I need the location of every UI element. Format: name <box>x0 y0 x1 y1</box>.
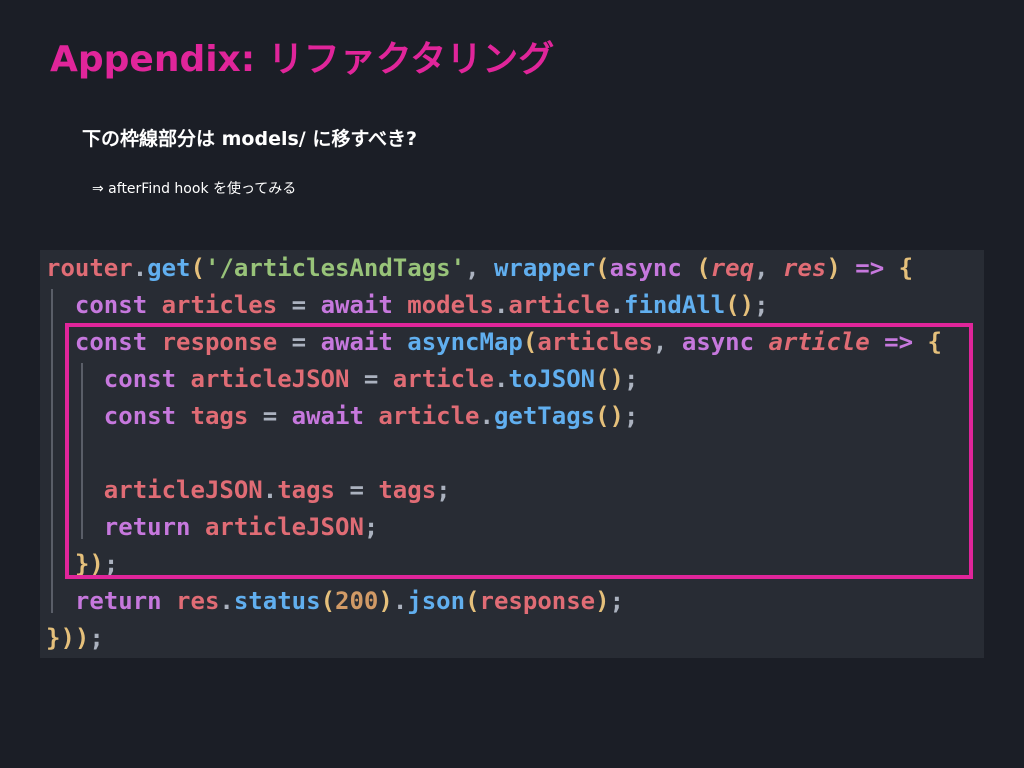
code-token: response <box>479 587 596 615</box>
code-token: article <box>508 291 610 319</box>
code-token: . <box>219 587 234 615</box>
code-token: 200 <box>335 587 379 615</box>
code-token: () <box>725 291 755 319</box>
code-token: . <box>609 291 625 319</box>
code-token: ) <box>826 254 841 282</box>
code-token: . <box>132 254 148 282</box>
code-token: const <box>74 291 148 319</box>
code-token: res <box>783 254 827 282</box>
code-token: ( <box>465 587 480 615</box>
code-line: return res.status(200).json(response); <box>46 583 942 620</box>
code-token: req <box>710 254 755 282</box>
code-token: , <box>754 254 783 282</box>
code-token: )) <box>60 624 90 652</box>
code-token: articles <box>147 291 278 319</box>
code-token: ; <box>89 624 104 652</box>
code-token: ( <box>190 254 205 282</box>
answer-text: ⇒ afterFind hook を使ってみる <box>92 181 297 197</box>
code-token: . <box>493 291 509 319</box>
code-token: ) <box>378 587 393 615</box>
code-token: res <box>161 587 220 615</box>
code-token: '/articlesAndTags' <box>204 254 466 282</box>
code-token: => <box>840 254 899 282</box>
slide-title: Appendix: リファクタリング <box>50 39 555 80</box>
code-token: router <box>46 254 133 282</box>
code-token: wrapper <box>493 254 596 282</box>
code-token: ) <box>595 587 610 615</box>
code-token: json <box>407 587 466 615</box>
code-token: get <box>147 254 191 282</box>
code-token: { <box>898 254 914 282</box>
code-token: findAll <box>624 291 726 319</box>
code-token: = <box>277 291 321 319</box>
code-token: status <box>233 587 321 615</box>
code-token: await <box>320 291 393 319</box>
code-token: async <box>609 254 682 282</box>
code-line: const articles = await models.article.fi… <box>46 287 942 324</box>
question-text: 下の枠線部分は models/ に移すべき? <box>82 128 418 150</box>
code-token: ( <box>595 254 610 282</box>
code-token: ( <box>696 254 711 282</box>
highlight-frame <box>65 323 973 579</box>
code-line: })); <box>46 620 942 657</box>
code-token: ; <box>609 587 625 615</box>
code-token: , <box>465 254 494 282</box>
code-token: models <box>392 291 494 319</box>
code-token: ( <box>320 587 336 615</box>
code-token: return <box>74 587 162 615</box>
code-token: . <box>392 587 408 615</box>
code-token: ; <box>754 291 769 319</box>
code-line: router.get('/articlesAndTags', wrapper(a… <box>46 250 942 287</box>
code-token: } <box>46 624 61 652</box>
